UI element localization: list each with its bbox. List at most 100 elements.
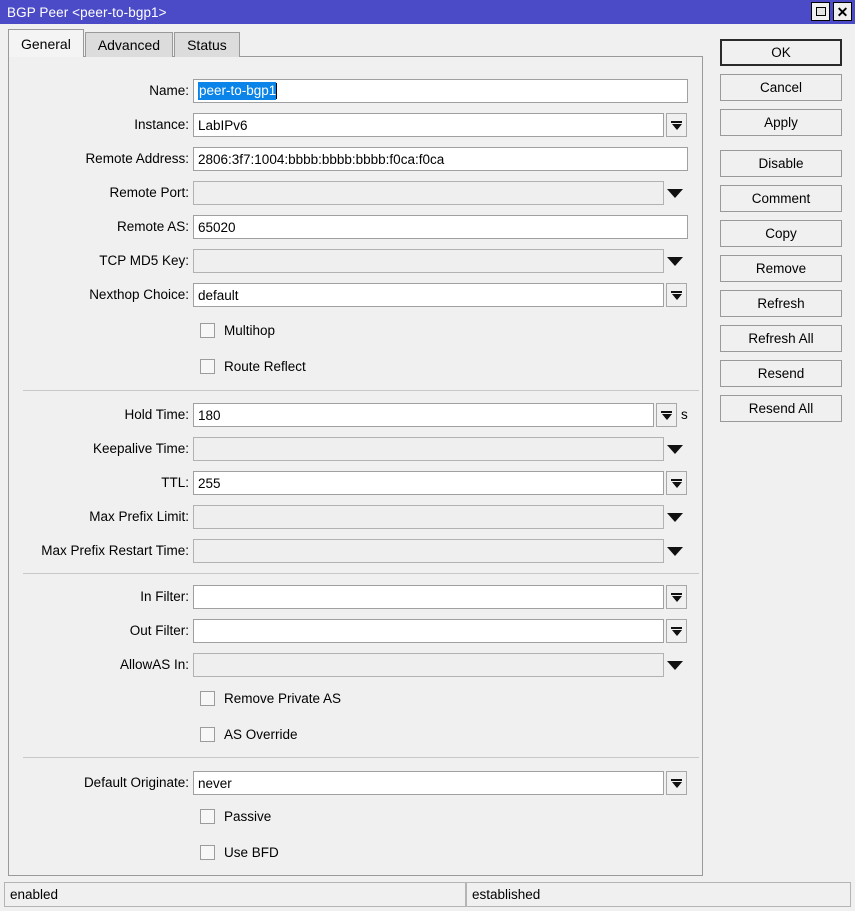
ok-button[interactable]: OK xyxy=(720,39,842,66)
max-prefix-restart-time-input[interactable] xyxy=(193,539,664,563)
use-bfd-checkbox[interactable] xyxy=(200,845,215,860)
name-label: Name: xyxy=(9,79,189,103)
route-reflect-checkbox-row[interactable]: Route Reflect xyxy=(200,356,306,376)
passive-label: Passive xyxy=(224,809,271,824)
instance-dropdown-icon[interactable] xyxy=(666,113,687,137)
in-filter-input[interactable] xyxy=(193,585,664,609)
tab-general[interactable]: General xyxy=(8,29,84,57)
as-override-checkbox[interactable] xyxy=(200,727,215,742)
instance-label: Instance: xyxy=(9,113,189,137)
max-prefix-limit-input[interactable] xyxy=(193,505,664,529)
multihop-checkbox[interactable] xyxy=(200,323,215,338)
remote-as-label: Remote AS: xyxy=(9,215,189,239)
remote-as-input[interactable]: 65020 xyxy=(193,215,688,239)
keepalive-time-label: Keepalive Time: xyxy=(9,437,189,461)
maximize-icon[interactable] xyxy=(811,2,830,21)
passive-checkbox-row[interactable]: Passive xyxy=(200,806,271,826)
default-originate-input-value: never xyxy=(198,776,232,791)
section-divider-1 xyxy=(23,390,699,391)
copy-button[interactable]: Copy xyxy=(720,220,842,247)
hold-time-input-value: 180 xyxy=(198,408,221,423)
as-override-checkbox-row[interactable]: AS Override xyxy=(200,724,298,744)
keepalive-time-input[interactable] xyxy=(193,437,664,461)
window-title: BGP Peer <peer-to-bgp1> xyxy=(0,5,167,20)
route-reflect-checkbox[interactable] xyxy=(200,359,215,374)
ttl-label: TTL: xyxy=(9,471,189,495)
max-prefix-restart-time-label: Max Prefix Restart Time: xyxy=(9,539,189,563)
use-bfd-label: Use BFD xyxy=(224,845,279,860)
out-filter-dropdown-icon[interactable] xyxy=(666,619,687,643)
tab-general-label: General xyxy=(21,36,71,52)
general-tab-panel: Name: peer-to-bgp1 Instance: LabIPv6 Rem… xyxy=(8,56,703,876)
remove-button[interactable]: Remove xyxy=(720,255,842,282)
out-filter-label: Out Filter: xyxy=(9,619,189,643)
nexthop-choice-dropdown-icon[interactable] xyxy=(666,283,687,307)
route-reflect-label: Route Reflect xyxy=(224,359,306,374)
max-prefix-restart-time-dropdown-icon[interactable] xyxy=(667,547,683,556)
remove-private-as-checkbox[interactable] xyxy=(200,691,215,706)
keepalive-time-dropdown-icon[interactable] xyxy=(667,445,683,454)
as-override-label: AS Override xyxy=(224,727,298,742)
tab-status-label: Status xyxy=(187,37,227,53)
nexthop-choice-input[interactable]: default xyxy=(193,283,664,307)
apply-button[interactable]: Apply xyxy=(720,109,842,136)
remote-port-input[interactable] xyxy=(193,181,664,205)
remote-address-input-value: 2806:3f7:1004:bbbb:bbbb:bbbb:f0ca:f0ca xyxy=(198,152,444,167)
tab-advanced[interactable]: Advanced xyxy=(85,32,173,57)
out-filter-input[interactable] xyxy=(193,619,664,643)
resend-all-button[interactable]: Resend All xyxy=(720,395,842,422)
window-controls: ✕ xyxy=(811,2,852,21)
hold-time-dropdown-icon[interactable] xyxy=(656,403,677,427)
resend-button[interactable]: Resend xyxy=(720,360,842,387)
status-connection: established xyxy=(466,882,851,907)
passive-checkbox[interactable] xyxy=(200,809,215,824)
ttl-input[interactable]: 255 xyxy=(193,471,664,495)
multihop-checkbox-row[interactable]: Multihop xyxy=(200,320,275,340)
default-originate-dropdown-icon[interactable] xyxy=(666,771,687,795)
nexthop-choice-input-value: default xyxy=(198,288,239,303)
max-prefix-limit-dropdown-icon[interactable] xyxy=(667,513,683,522)
tab-advanced-label: Advanced xyxy=(98,37,160,53)
tab-status[interactable]: Status xyxy=(174,32,240,57)
name-input-value: peer-to-bgp1 xyxy=(198,82,276,100)
use-bfd-checkbox-row[interactable]: Use BFD xyxy=(200,842,279,862)
in-filter-label: In Filter: xyxy=(9,585,189,609)
cancel-button[interactable]: Cancel xyxy=(720,74,842,101)
refresh-all-button[interactable]: Refresh All xyxy=(720,325,842,352)
tcp-md5-key-dropdown-icon[interactable] xyxy=(667,257,683,266)
default-originate-label: Default Originate: xyxy=(9,771,189,795)
hold-time-input[interactable]: 180 xyxy=(193,403,654,427)
status-bar: enabled established xyxy=(4,882,851,907)
tcp-md5-key-label: TCP MD5 Key: xyxy=(9,249,189,273)
nexthop-choice-label: Nexthop Choice: xyxy=(9,283,189,307)
ttl-dropdown-icon[interactable] xyxy=(666,471,687,495)
remote-as-input-value: 65020 xyxy=(198,220,236,235)
multihop-label: Multihop xyxy=(224,323,275,338)
in-filter-dropdown-icon[interactable] xyxy=(666,585,687,609)
tcp-md5-key-input[interactable] xyxy=(193,249,664,273)
status-enabled: enabled xyxy=(4,882,466,907)
max-prefix-limit-label: Max Prefix Limit: xyxy=(9,505,189,529)
tab-strip: General Advanced Status xyxy=(8,29,241,57)
remote-address-input[interactable]: 2806:3f7:1004:bbbb:bbbb:bbbb:f0ca:f0ca xyxy=(193,147,688,171)
refresh-button[interactable]: Refresh xyxy=(720,290,842,317)
remote-port-dropdown-icon[interactable] xyxy=(667,189,683,198)
hold-time-unit: s xyxy=(681,403,688,427)
section-divider-2 xyxy=(23,573,699,574)
allowas-in-dropdown-icon[interactable] xyxy=(667,661,683,670)
remote-address-label: Remote Address: xyxy=(9,147,189,171)
disable-button[interactable]: Disable xyxy=(720,150,842,177)
remove-private-as-checkbox-row[interactable]: Remove Private AS xyxy=(200,688,341,708)
window-titlebar: BGP Peer <peer-to-bgp1> ✕ xyxy=(0,0,855,24)
dialog-button-column: OK Cancel Apply Disable Comment Copy Rem… xyxy=(720,39,842,430)
ttl-input-value: 255 xyxy=(198,476,221,491)
close-icon[interactable]: ✕ xyxy=(833,2,852,21)
instance-input[interactable]: LabIPv6 xyxy=(193,113,664,137)
allowas-in-label: AllowAS In: xyxy=(9,653,189,677)
comment-button[interactable]: Comment xyxy=(720,185,842,212)
name-input[interactable]: peer-to-bgp1 xyxy=(193,79,688,103)
default-originate-input[interactable]: never xyxy=(193,771,664,795)
hold-time-label: Hold Time: xyxy=(9,403,189,427)
allowas-in-input[interactable] xyxy=(193,653,664,677)
instance-input-value: LabIPv6 xyxy=(198,118,248,133)
